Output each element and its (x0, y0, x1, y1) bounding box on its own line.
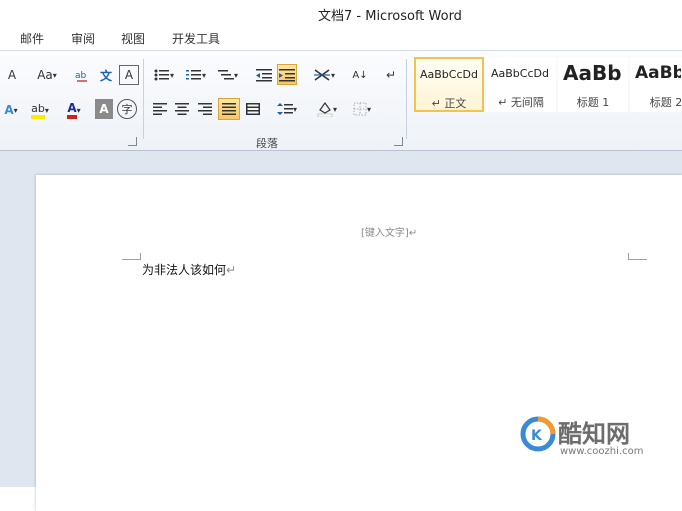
center-button[interactable] (172, 99, 192, 119)
align-left-button[interactable] (150, 99, 170, 119)
style-name: 标题 2 (649, 96, 682, 109)
highlight-icon: ab (31, 102, 45, 119)
group-separator (143, 59, 144, 139)
chevron-down-icon: ▾ (292, 104, 297, 114)
chevron-down-icon: ▾ (169, 70, 174, 80)
justify-button[interactable] (218, 98, 240, 120)
chinese-layout-button[interactable]: ▾ (309, 65, 339, 85)
enclose-circle-button[interactable]: 字 (117, 99, 137, 119)
borders-button[interactable]: ▾ (347, 99, 377, 119)
style-sample: AaBb (635, 63, 682, 83)
phonetic-guide-button[interactable]: 文 (96, 65, 116, 85)
bullets-button[interactable]: ▾ (150, 65, 178, 85)
chevron-down-icon: ▾ (201, 70, 206, 80)
style-heading-1[interactable]: AaBb 标题 1 (558, 57, 628, 112)
chevron-down-icon: ▾ (233, 70, 238, 80)
text-effects-button[interactable]: A ▾ (0, 99, 22, 121)
watermark: K 酷知网 www.coozhi.com (518, 412, 668, 464)
styles-gallery: AaBbCcDd ↵ 正文 AaBbCcDd ↵ 无间隔 AaBb 标题 1 A… (408, 51, 682, 151)
paragraph-mark: ↵ (226, 263, 237, 277)
style-name: 标题 1 (576, 96, 610, 109)
ribbon: A Aa ▾ ab 文 A A ▾ ab ▾ A ▾ A 字 ▾ ▾ ▾ ▾ A… (0, 50, 682, 151)
style-name: ↵ 无间隔 (498, 96, 544, 109)
decrease-indent-button[interactable] (254, 65, 274, 85)
style-sample: AaBbCcDd (491, 67, 549, 80)
clear-format-button[interactable]: ab (72, 65, 92, 85)
chevron-down-icon: ▾ (332, 104, 337, 114)
increase-indent-button[interactable] (277, 64, 297, 85)
style-normal[interactable]: AaBbCcDd ↵ 正文 (414, 57, 484, 112)
distributed-icon (246, 103, 260, 115)
distributed-button[interactable] (243, 99, 263, 119)
clear-format-icon: ab (75, 71, 87, 82)
watermark-url: www.coozhi.com (560, 446, 644, 457)
style-sample: AaBb (563, 61, 622, 85)
bullets-icon (154, 69, 169, 81)
font-color-icon: A (67, 101, 77, 119)
show-marks-button[interactable]: ↵ (382, 65, 400, 85)
style-no-spacing[interactable]: AaBbCcDd ↵ 无间隔 (486, 57, 556, 112)
tab-mailings[interactable]: 邮件 (20, 30, 44, 47)
chinese-layout-icon (313, 69, 330, 81)
tab-review[interactable]: 审阅 (71, 30, 95, 47)
multilevel-list-button[interactable]: ▾ (214, 65, 242, 85)
group-separator (406, 59, 407, 139)
align-right-button[interactable] (195, 99, 215, 119)
chevron-down-icon: ▾ (366, 104, 371, 114)
align-right-icon (198, 103, 212, 115)
line-spacing-icon (276, 103, 293, 115)
enclose-char-button[interactable]: A (119, 65, 139, 85)
chevron-down-icon: ▾ (76, 105, 81, 115)
font-size-button[interactable]: A (2, 65, 22, 85)
style-sample: AaBbCcDd (420, 68, 478, 81)
line-spacing-button[interactable]: ▾ (272, 99, 302, 119)
numbering-icon (185, 70, 201, 80)
sort-button[interactable]: A↓ (350, 65, 370, 85)
char-shading-button[interactable]: A (95, 99, 113, 119)
text-effects-icon: A (4, 103, 14, 117)
chevron-down-icon: ▾ (330, 70, 335, 80)
align-left-icon (153, 103, 167, 115)
shading-button[interactable]: ▾ (312, 99, 342, 119)
highlight-button[interactable]: ab ▾ (26, 99, 54, 121)
borders-icon (353, 102, 367, 116)
ribbon-tabs: 邮件 审阅 视图 开发工具 (0, 26, 682, 50)
tab-developer[interactable]: 开发工具 (172, 30, 220, 47)
tab-view[interactable]: 视图 (121, 30, 145, 47)
chevron-down-icon: ▾ (13, 105, 18, 115)
header-placeholder[interactable]: [键入文字]↵ (361, 224, 417, 239)
svg-text:ab: ab (75, 71, 87, 81)
sort-icon: A↓ (352, 69, 368, 81)
shading-icon (317, 101, 333, 117)
numbering-button[interactable]: ▾ (182, 65, 210, 85)
margin-corner-mark (122, 253, 141, 260)
change-case-button[interactable]: Aa ▾ (32, 65, 62, 85)
window-title: 文档7 - Microsoft Word (318, 9, 462, 24)
chevron-down-icon: ▾ (44, 105, 49, 115)
chevron-down-icon: ▾ (52, 70, 57, 80)
style-heading-2[interactable]: AaBb 标题 2 (630, 57, 682, 112)
font-dialog-launcher[interactable] (128, 137, 137, 146)
title-bar: 文档7 - Microsoft Word (0, 0, 682, 26)
margin-corner-mark (628, 253, 647, 260)
svg-text:K: K (531, 428, 543, 444)
watermark-title: 酷知网 (558, 420, 630, 448)
show-marks-icon: ↵ (385, 68, 397, 82)
paragraph-group-label: 段落 (256, 137, 278, 150)
coozhi-logo-icon: K (520, 416, 556, 452)
center-icon (175, 103, 189, 115)
document-body-text[interactable]: 为非法人该如何↵ (142, 261, 236, 278)
multilevel-list-icon (217, 70, 234, 80)
justify-icon (222, 103, 236, 115)
increase-indent-icon (279, 68, 295, 81)
font-color-button[interactable]: A ▾ (60, 99, 88, 121)
paragraph-dialog-launcher[interactable] (394, 137, 403, 146)
decrease-indent-icon (256, 69, 272, 82)
style-name: ↵ 正文 (431, 97, 467, 110)
